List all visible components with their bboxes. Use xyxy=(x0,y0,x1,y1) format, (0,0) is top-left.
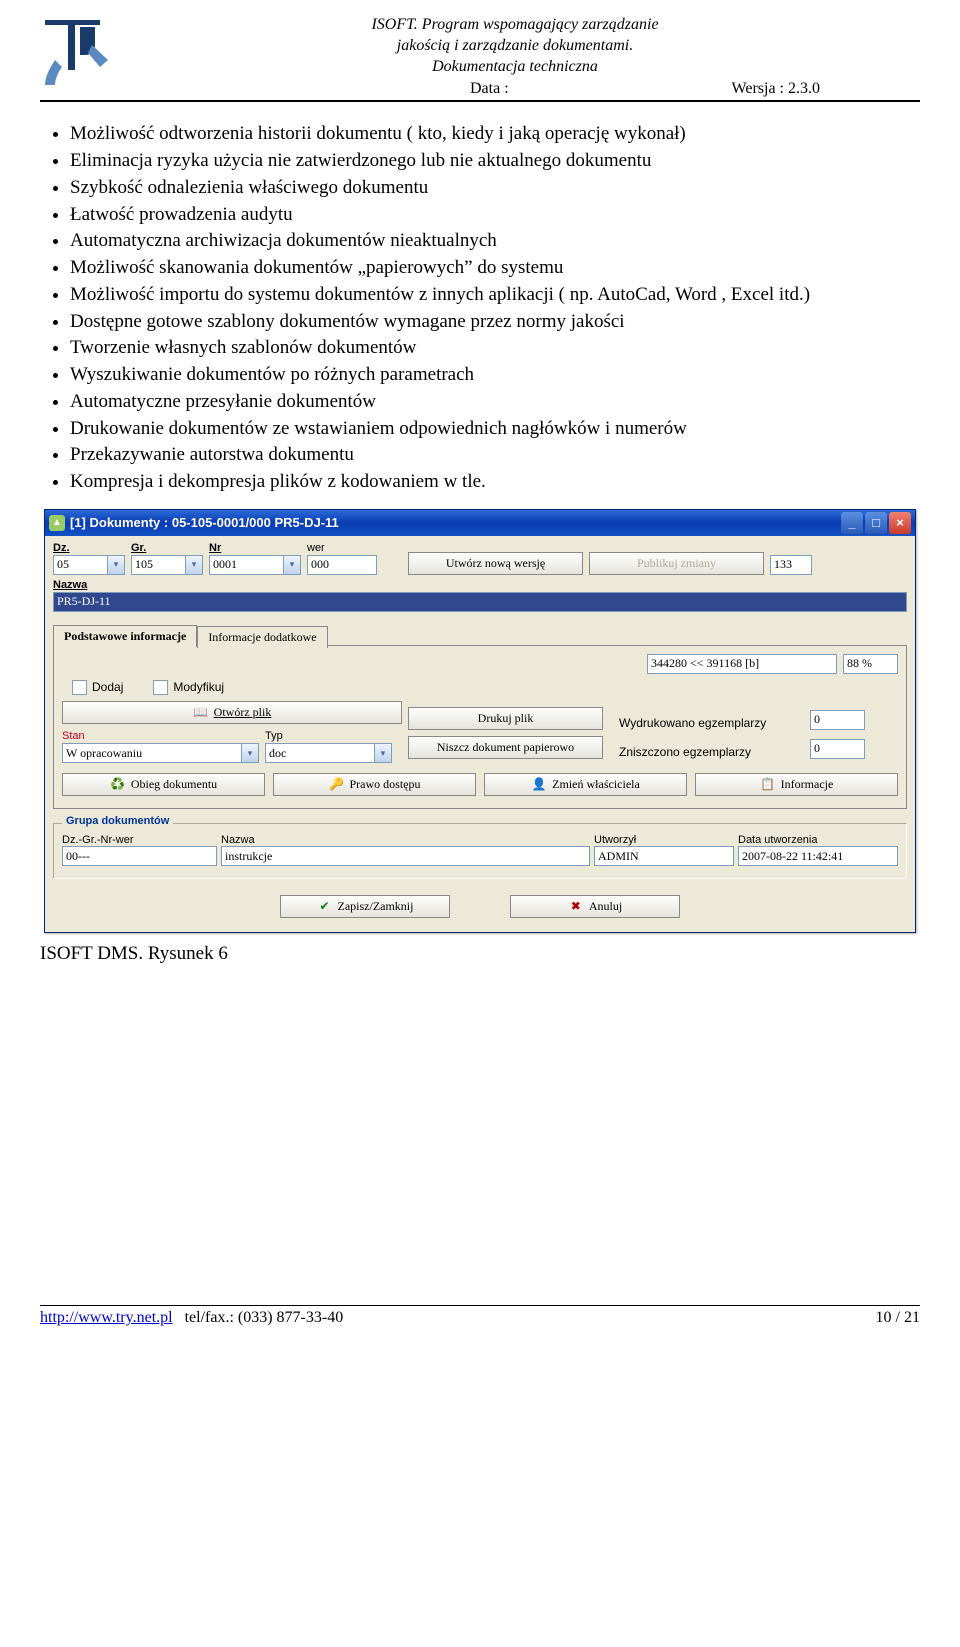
print-file-button[interactable]: Drukuj plik xyxy=(408,707,603,730)
percent-field xyxy=(843,654,898,674)
header-divider xyxy=(40,100,920,102)
stan-dropdown-icon[interactable] xyxy=(242,743,259,763)
stan-label: Stan xyxy=(62,730,259,742)
header-text: ISOFT. Program wspomagający zarządzanie … xyxy=(110,15,920,77)
typ-dropdown-icon[interactable] xyxy=(375,743,392,763)
list-item: Możliwość odtworzenia historii dokumentu… xyxy=(70,122,920,146)
header-date-label: Data : xyxy=(470,80,509,98)
dz-dropdown-icon[interactable] xyxy=(108,555,125,575)
nr-label: Nr xyxy=(209,542,301,554)
list-item: Wyszukiwanie dokumentów po różnych param… xyxy=(70,363,920,387)
page-footer: http://www.try.net.pl tel/fax.: (033) 87… xyxy=(40,1305,920,1327)
grp-c3-label: Utworzył xyxy=(594,834,734,846)
open-file-button[interactable]: 📖Otwórz plik xyxy=(62,701,402,724)
cancel-button[interactable]: ✖Anuluj xyxy=(510,895,680,918)
list-item: Szybkość odnalezienia właściwego dokumen… xyxy=(70,176,920,200)
cancel-icon: ✖ xyxy=(568,899,584,915)
dodaj-checkbox[interactable]: Dodaj xyxy=(72,680,123,695)
workflow-button[interactable]: ♻️Obieg dokumentu xyxy=(62,773,265,796)
header-version: Wersja : 2.3.0 xyxy=(732,80,820,98)
list-item: Możliwość importu do systemu dokumentów … xyxy=(70,283,920,307)
list-item: Dostępne gotowe szablony dokumentów wyma… xyxy=(70,310,920,334)
printed-label: Wydrukowano egzemplarzy xyxy=(609,716,804,730)
destroyed-value xyxy=(810,739,865,759)
grp-c2-value[interactable] xyxy=(221,846,590,866)
document-dialog: ▲ [1] Dokumenty : 05-105-0001/000 PR5-DJ… xyxy=(44,509,916,933)
destroy-paper-button[interactable]: Niszcz dokument papierowo xyxy=(408,736,603,759)
feature-list: Możliwość odtworzenia historii dokumentu… xyxy=(70,122,920,494)
grp-c2-label: Nazwa xyxy=(221,834,590,846)
stan-input[interactable] xyxy=(62,743,242,763)
publish-button[interactable]: Publikuj zmiany xyxy=(589,552,764,575)
list-item: Automatyczne przesyłanie dokumentów xyxy=(70,390,920,414)
typ-input[interactable] xyxy=(265,743,375,763)
counter-field xyxy=(770,555,812,575)
tab-extra-info[interactable]: Informacje dodatkowe xyxy=(197,626,327,648)
gr-dropdown-icon[interactable] xyxy=(186,555,203,575)
wer-label: wer xyxy=(307,542,377,554)
person-icon: 👤 xyxy=(531,777,547,793)
destroyed-label: Zniszczono egzemplarzy xyxy=(609,745,804,759)
gr-input[interactable] xyxy=(131,555,186,575)
list-item: Tworzenie własnych szablonów dokumentów xyxy=(70,336,920,360)
tab-basic-info[interactable]: Podstawowe informacje xyxy=(53,625,197,647)
nazwa-label: Nazwa xyxy=(53,579,907,591)
grp-c1-value[interactable] xyxy=(62,846,217,866)
page-number: 10 / 21 xyxy=(876,1309,920,1327)
grp-c4-value xyxy=(738,846,898,866)
nr-dropdown-icon[interactable] xyxy=(284,555,301,575)
list-item: Drukowanie dokumentów ze wstawianiem odp… xyxy=(70,417,920,441)
key-icon: 🔑 xyxy=(329,777,345,793)
check-icon: ✔ xyxy=(317,899,333,915)
window-title: [1] Dokumenty : 05-105-0001/000 PR5-DJ-1… xyxy=(70,515,339,530)
new-version-button[interactable]: Utwórz nową wersję xyxy=(408,552,583,575)
grp-c3-value xyxy=(594,846,734,866)
grp-c1-label: Dz.-Gr.-Nr-wer xyxy=(62,834,217,846)
maximize-button[interactable]: □ xyxy=(865,512,887,534)
change-owner-button[interactable]: 👤Zmień właściciela xyxy=(484,773,687,796)
list-item: Łatwość prowadzenia audytu xyxy=(70,203,920,227)
typ-label: Typ xyxy=(265,730,392,742)
app-icon: ▲ xyxy=(49,515,65,531)
modyfikuj-checkbox[interactable]: Modyfikuj xyxy=(153,680,224,695)
minimize-button[interactable]: _ xyxy=(841,512,863,534)
nr-input[interactable] xyxy=(209,555,284,575)
logo-image xyxy=(40,15,110,90)
list-item: Przekazywanie autorstwa dokumentu xyxy=(70,443,920,467)
footer-tel: tel/fax.: (033) 877-33-40 xyxy=(185,1309,344,1326)
wer-input[interactable] xyxy=(307,555,377,575)
footer-url[interactable]: http://www.try.net.pl xyxy=(40,1309,173,1326)
list-item: Możliwość skanowania dokumentów „papiero… xyxy=(70,256,920,280)
figure-caption: ISOFT DMS. Rysunek 6 xyxy=(40,943,920,965)
dz-input[interactable] xyxy=(53,555,108,575)
recycle-icon: ♻️ xyxy=(110,777,126,793)
close-button[interactable]: × xyxy=(889,512,911,534)
gr-label: Gr. xyxy=(131,542,203,554)
dz-label: Dz. xyxy=(53,542,125,554)
titlebar: ▲ [1] Dokumenty : 05-105-0001/000 PR5-DJ… xyxy=(45,510,915,536)
book-icon: 📖 xyxy=(193,705,209,721)
size-field xyxy=(647,654,837,674)
nazwa-input[interactable] xyxy=(53,592,907,612)
list-item: Eliminacja ryzyka użycia nie zatwierdzon… xyxy=(70,149,920,173)
info-icon: 📋 xyxy=(760,777,776,793)
save-close-button[interactable]: ✔Zapisz/Zamknij xyxy=(280,895,450,918)
printed-value xyxy=(810,710,865,730)
group-title: Grupa dokumentów xyxy=(62,815,173,827)
list-item: Automatyczna archiwizacja dokumentów nie… xyxy=(70,229,920,253)
document-group-box: Grupa dokumentów Dz.-Gr.-Nr-wer Nazwa Ut… xyxy=(53,823,907,879)
info-button[interactable]: 📋Informacje xyxy=(695,773,898,796)
grp-c4-label: Data utworzenia xyxy=(738,834,898,846)
access-rights-button[interactable]: 🔑Prawo dostępu xyxy=(273,773,476,796)
list-item: Kompresja i dekompresja plików z kodowan… xyxy=(70,470,920,494)
